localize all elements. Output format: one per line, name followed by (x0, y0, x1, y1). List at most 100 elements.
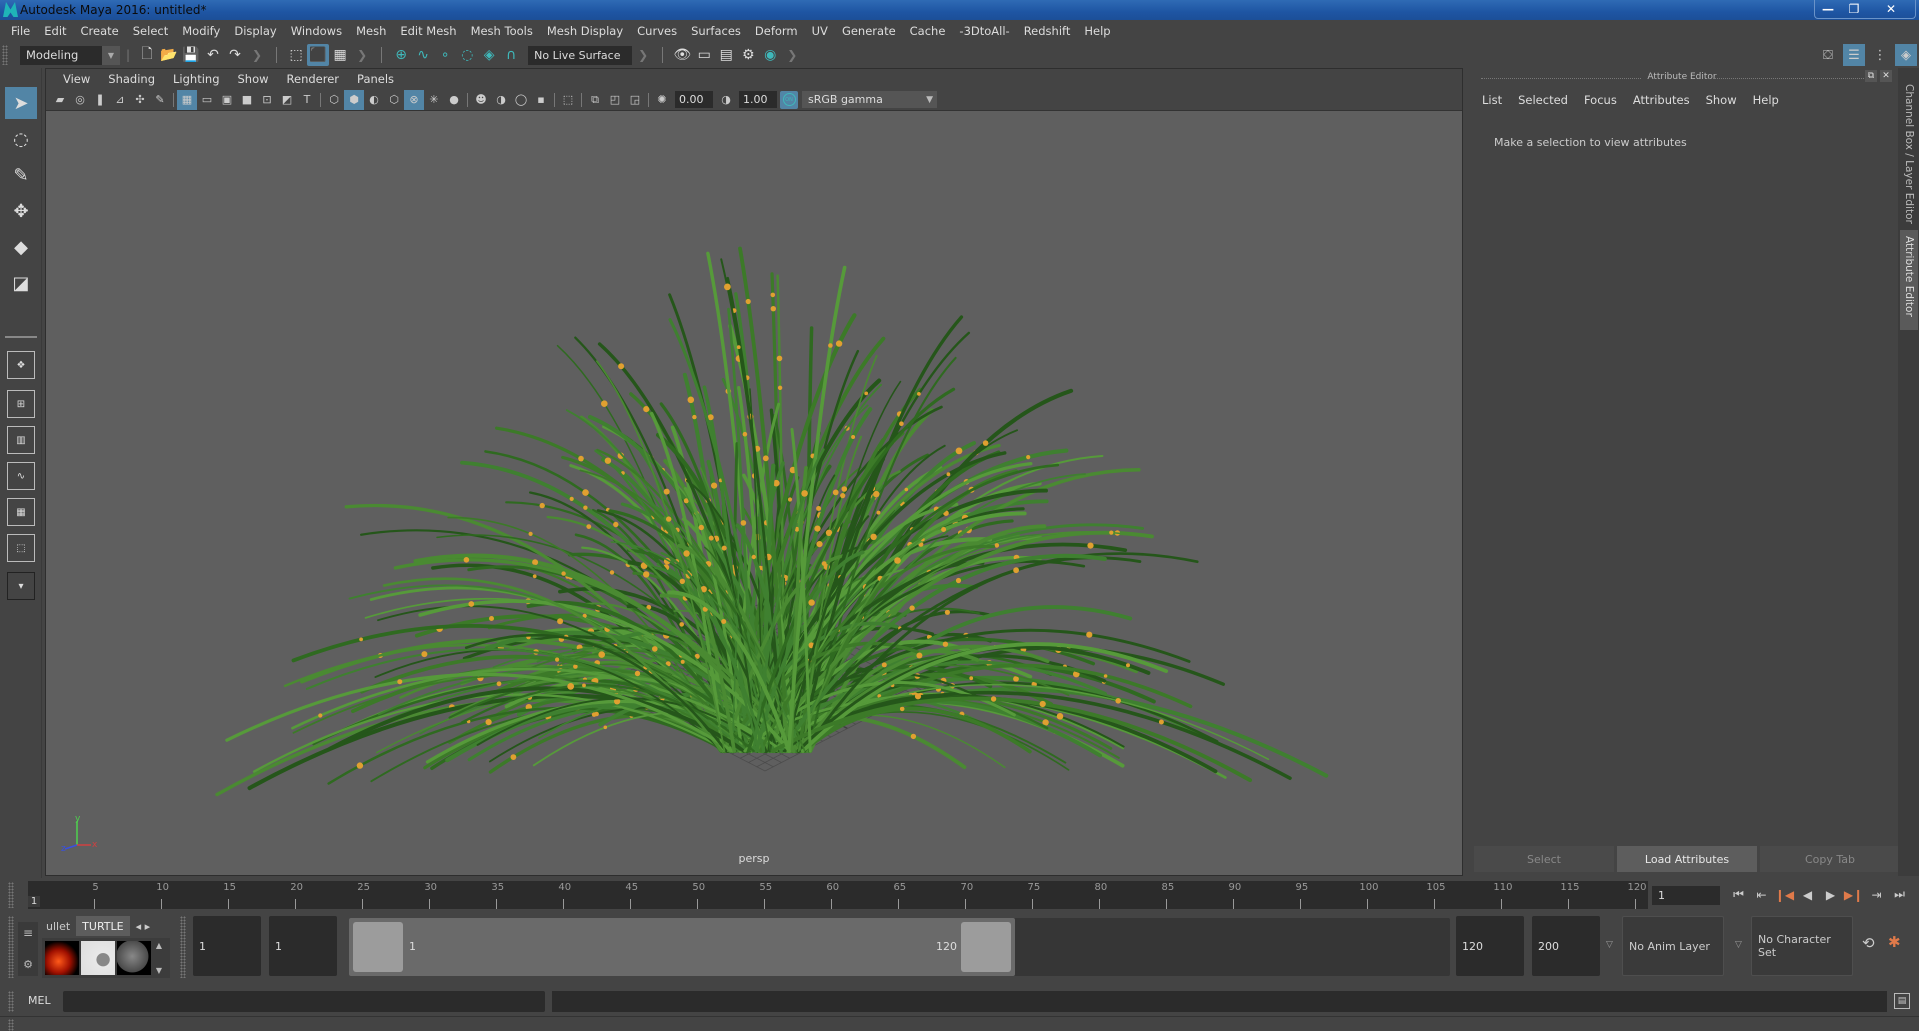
render-frame-icon[interactable]: ▭ (693, 44, 715, 66)
menu-edit[interactable]: Edit (37, 24, 73, 38)
menu-create[interactable]: Create (74, 24, 126, 38)
grip-handle[interactable] (180, 916, 186, 978)
custom-layout-icon[interactable]: ⬚ (7, 534, 35, 562)
command-input[interactable] (63, 991, 545, 1012)
grease-pencil-icon[interactable]: ✎ (150, 90, 170, 110)
menu-curves[interactable]: Curves (630, 24, 684, 38)
hypershade-persp-layout-icon[interactable]: ▦ (7, 498, 35, 526)
safe-title-icon[interactable]: T (297, 90, 317, 110)
gamma-icon[interactable]: ◑ (716, 90, 736, 110)
modeling-toolkit-icon[interactable]: ⛋ (1817, 44, 1839, 66)
grip-handle[interactable] (8, 991, 14, 1012)
live-surface-field[interactable]: No Live Surface (528, 45, 633, 65)
viewport-panel[interactable]: View Shading Lighting Show Renderer Pane… (45, 68, 1463, 876)
shelf-scroll[interactable]: ▲ ▼ (153, 941, 165, 975)
playback-end-field[interactable]: 120 (1456, 916, 1524, 976)
character-set-field[interactable]: No Character Set (1751, 916, 1853, 976)
hypershade-icon[interactable]: ◉ (759, 44, 781, 66)
grip-handle[interactable] (2, 45, 8, 65)
select-hierarchy-icon[interactable]: ⬚ (285, 44, 307, 66)
collapse-arrow-icon[interactable]: ❯ (638, 48, 648, 62)
resolution-gate-icon[interactable]: ▣ (217, 90, 237, 110)
3d-scene[interactable]: y x z persp (46, 111, 1462, 875)
snap-view-plane-icon[interactable]: ◌ (456, 44, 478, 66)
exposure-field[interactable]: 0.00 (675, 91, 713, 108)
turtle-render-settings-icon[interactable] (81, 941, 115, 975)
snap-point-icon[interactable]: ∘ (434, 44, 456, 66)
grip-handle[interactable] (8, 1019, 14, 1031)
menu-modify[interactable]: Modify (175, 24, 227, 38)
vp-menu-view[interactable]: View (54, 72, 99, 86)
go-to-start-icon[interactable]: ⏮ (1728, 884, 1749, 905)
playback-range-slider[interactable]: 1 120 (349, 918, 1450, 976)
collapse-arrow-icon[interactable]: | (126, 48, 130, 62)
more-layouts-icon[interactable]: ▾ (7, 572, 35, 600)
ipr-render-icon[interactable]: ▤ (715, 44, 737, 66)
select-object-icon[interactable]: ⬛ (307, 44, 330, 66)
menu-deform[interactable]: Deform (748, 24, 805, 38)
safe-action-icon[interactable]: ◩ (277, 90, 297, 110)
auto-key-icon[interactable]: ⟲ (1862, 934, 1875, 952)
snap-curve-icon[interactable]: ∿ (412, 44, 434, 66)
ae-menu-focus[interactable]: Focus (1576, 93, 1625, 107)
menu-set-dropdown[interactable]: Modeling ▼ (20, 45, 120, 65)
depth-of-field-icon[interactable]: ▪ (531, 90, 551, 110)
menu-windows[interactable]: Windows (284, 24, 349, 38)
attribute-editor-toggle-icon[interactable]: ☰ (1843, 44, 1865, 66)
xray-active-icon[interactable]: ◰ (605, 90, 625, 110)
wireframe-icon[interactable]: ⬡ (324, 90, 344, 110)
exposure-icon[interactable]: ✺ (652, 90, 672, 110)
color-management-toggle[interactable]: ON (780, 90, 798, 109)
xray-joints-icon[interactable]: ⧉ (585, 90, 605, 110)
scroll-down-icon[interactable]: ▼ (156, 966, 162, 975)
2d-pan-zoom-icon[interactable]: ✣ (130, 90, 150, 110)
tab-channel-box-layer-editor[interactable]: Channel Box / Layer Editor (1900, 78, 1918, 228)
move-tool-icon[interactable]: ✥ (5, 195, 37, 227)
ae-menu-show[interactable]: Show (1698, 93, 1745, 107)
anti-aliasing-icon[interactable]: ◯ (511, 90, 531, 110)
collapse-arrow-icon[interactable]: ❯ (357, 48, 367, 62)
current-frame-field[interactable]: 1 (1652, 886, 1720, 905)
motion-blur-icon[interactable]: ◑ (491, 90, 511, 110)
menu-redshift[interactable]: Redshift (1017, 24, 1078, 38)
scale-tool-icon[interactable]: ◪ (5, 267, 37, 299)
minimize-button[interactable]: — (1815, 0, 1841, 18)
step-back-key-icon[interactable]: ⇤ (1751, 884, 1772, 905)
tab-attribute-editor[interactable]: Attribute Editor (1900, 230, 1918, 330)
shelf-menu-icon[interactable]: ≡ (18, 926, 38, 940)
close-panel-icon[interactable]: ✕ (1880, 70, 1892, 82)
vp-menu-shading[interactable]: Shading (99, 72, 164, 86)
menu-help[interactable]: Help (1077, 24, 1117, 38)
menu-mesh-tools[interactable]: Mesh Tools (464, 24, 540, 38)
channel-box-toggle-icon[interactable]: ◈ (1895, 44, 1917, 66)
outliner-persp-layout-icon[interactable]: ▥ (7, 426, 35, 454)
step-forward-frame-icon[interactable]: ▶❙ (1843, 884, 1864, 905)
isolate-select-icon[interactable]: ⬚ (558, 90, 578, 110)
use-all-lights-icon[interactable]: ✳ (424, 90, 444, 110)
load-attributes-button[interactable]: Load Attributes (1617, 846, 1757, 872)
menu-generate[interactable]: Generate (835, 24, 903, 38)
bookmark-icon[interactable]: ❚ (90, 90, 110, 110)
grip-handle[interactable] (8, 882, 14, 908)
ae-menu-help[interactable]: Help (1745, 93, 1787, 107)
single-pane-layout-icon[interactable]: ❖ (7, 351, 35, 379)
close-button[interactable]: ✕ (1867, 0, 1915, 18)
range-active-region[interactable]: 1 120 (349, 918, 1015, 976)
float-panel-icon[interactable]: ⧉ (1865, 70, 1877, 82)
select-component-icon[interactable]: ▦ (329, 44, 351, 66)
character-set-dropdown-icon[interactable]: ▽ (1735, 940, 1742, 950)
make-live-icon[interactable]: ◈ (478, 44, 500, 66)
paint-select-tool-icon[interactable]: ✎ (5, 159, 37, 191)
render-view-icon[interactable]: 👁 (671, 44, 693, 66)
turtle-bake-icon[interactable] (45, 941, 79, 975)
new-scene-icon[interactable]: 🗋 (136, 44, 158, 66)
menu-display[interactable]: Display (227, 24, 283, 38)
textured-icon[interactable]: ⊗ (404, 89, 424, 110)
script-editor-icon[interactable]: ▤ (1894, 993, 1910, 1009)
gate-mask-icon[interactable]: ■ (237, 90, 257, 110)
vp-menu-lighting[interactable]: Lighting (164, 72, 228, 86)
step-forward-key-icon[interactable]: ⇥ (1866, 884, 1887, 905)
go-to-end-icon[interactable]: ⏭ (1889, 884, 1910, 905)
image-plane-icon[interactable]: ⊿ (110, 90, 130, 110)
play-forward-icon[interactable]: ▶ (1820, 884, 1841, 905)
